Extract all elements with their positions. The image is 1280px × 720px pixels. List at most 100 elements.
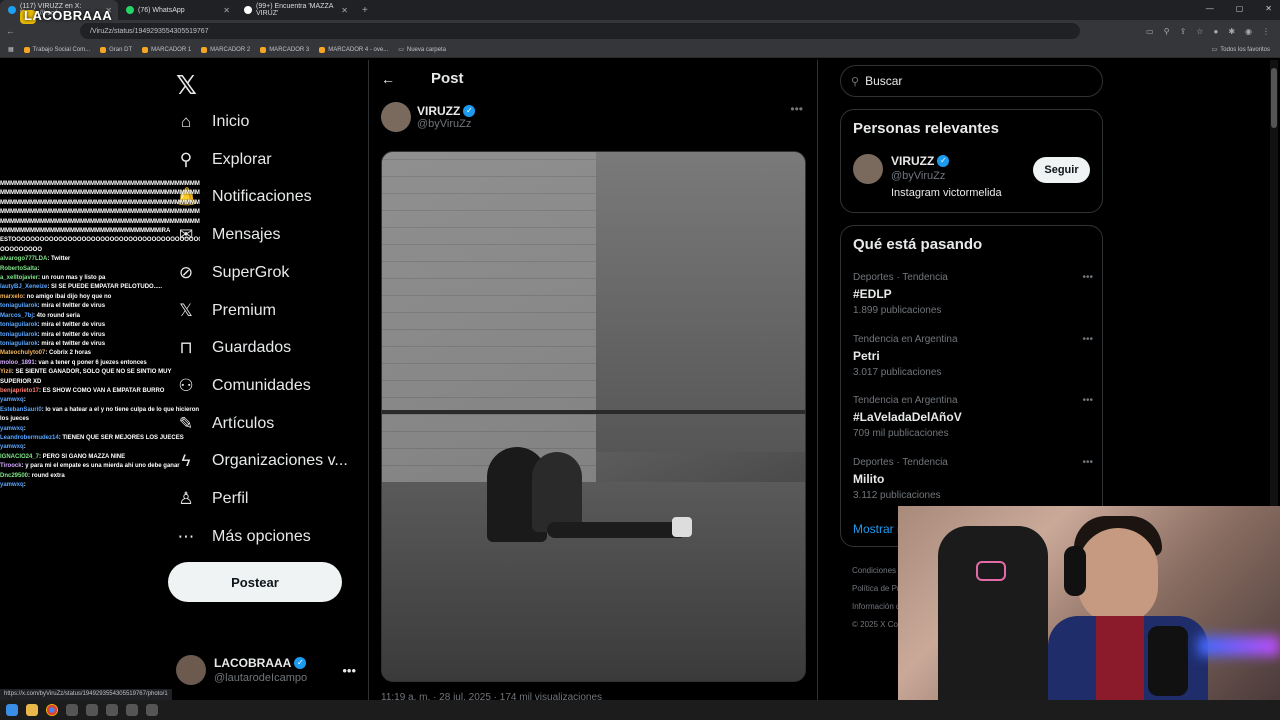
chat-message: EstebanSauri0: lo van a hatear a el y no… <box>0 406 200 425</box>
post-image[interactable] <box>381 151 806 682</box>
avatar[interactable] <box>381 102 411 132</box>
stream-logo: LACOBRAAA <box>24 8 113 23</box>
browser-tab-whatsapp[interactable]: (76) WhatsApp ✕ <box>118 0 236 20</box>
image-wall-left <box>382 152 596 482</box>
app-icon[interactable] <box>66 704 78 716</box>
cast-icon[interactable]: ▭ <box>1146 27 1154 36</box>
windows-start-icon[interactable] <box>6 704 18 716</box>
chat-text: : SI SE PUEDE EMPATAR PELOTUDO..... <box>47 284 163 291</box>
trend-item[interactable]: Tendencia en Argentina Petri 3.017 publica… <box>853 334 1093 378</box>
search-box[interactable]: ⚲ <box>840 65 1103 97</box>
trend-count: 1.899 publicaciones <box>853 305 942 316</box>
tab-label: (76) WhatsApp <box>138 6 185 14</box>
close-window-icon[interactable]: ✕ <box>1265 4 1272 13</box>
close-tab-icon[interactable]: ✕ <box>223 6 230 15</box>
search-input[interactable] <box>865 74 1076 88</box>
nav-item-label: Guardados <box>212 339 292 357</box>
chat-username: toniaguilarok <box>0 322 38 329</box>
nav-item-organizaciones-v[interactable]: ϟ Organizaciones v... <box>176 451 348 471</box>
trend-meta: Tendencia en Argentina <box>853 333 958 345</box>
app-icon[interactable] <box>146 704 158 716</box>
window-controls: — ▢ ✕ <box>1206 4 1272 13</box>
trend-more-icon[interactable]: ••• <box>1082 272 1093 283</box>
back-icon[interactable]: ← <box>6 26 15 36</box>
chat-username: Dnc29500 <box>0 472 29 479</box>
account-name: LACOBRAAA <box>214 656 292 670</box>
chat-username: toniaguilarok <box>0 303 38 310</box>
nav-item-explorar[interactable]: ⚲ Explorar <box>176 150 272 170</box>
post-author[interactable]: VIRUZZ ✓ @byViruZz <box>381 102 476 132</box>
more-icon[interactable]: ••• <box>342 663 356 678</box>
search-icon: ⚲ <box>851 75 860 88</box>
bookmark-folder[interactable]: ▭ Nueva carpeta <box>398 46 446 54</box>
extension-icon[interactable]: ● <box>1213 27 1218 36</box>
all-bookmarks[interactable]: ▭ Todos los favoritos <box>1212 46 1280 54</box>
person-name[interactable]: VIRUZZ <box>891 154 934 168</box>
back-arrow-icon[interactable]: ← <box>381 71 395 87</box>
trend-item[interactable]: Deportes · Tendencia #EDLP 1.899 publicaci… <box>853 272 1093 316</box>
author-handle[interactable]: @byViruZz <box>417 118 475 130</box>
trend-more-icon[interactable]: ••• <box>1082 395 1093 406</box>
bookmark-item[interactable]: MARCADOR 4 - ove... <box>319 46 388 53</box>
trend-more-icon[interactable]: ••• <box>1082 457 1093 468</box>
chat-username: Tiroock <box>0 463 22 470</box>
url-field[interactable]: /ViruZz/status/1949293554305519767 <box>80 23 1080 39</box>
chat-username: marxelo <box>0 293 24 300</box>
chat-text: : round extra <box>28 472 65 479</box>
chat-message: Yizil: SE SIENTE GANADOR, SOLO QUE NO SE… <box>0 368 200 387</box>
post-button[interactable]: Postear <box>168 562 342 602</box>
share-icon[interactable]: ⇪ <box>1180 27 1187 36</box>
author-name[interactable]: VIRUZZ <box>417 104 460 118</box>
bookmark-item[interactable]: MARCADOR 3 <box>260 46 309 53</box>
post-more-icon[interactable]: ••• <box>790 102 803 116</box>
webcam-overlay <box>898 506 1280 700</box>
star-icon[interactable]: ☆ <box>1196 27 1203 36</box>
chat-username: moloo_1891 <box>0 359 35 366</box>
avatar[interactable] <box>853 154 883 184</box>
x-logo-icon[interactable]: 𝕏 <box>176 70 197 101</box>
page-title: Post <box>431 70 464 87</box>
trend-more-icon[interactable]: ••• <box>1082 334 1093 345</box>
verified-icon: ✓ <box>937 155 950 167</box>
apps-icon[interactable]: ▦ <box>8 46 14 53</box>
scrollbar-thumb[interactable] <box>1271 68 1277 128</box>
chat-text: MMMMMMMMMMMMMMMMMMMMMMMMMMMMMMMMMMMMMMMM <box>0 209 200 216</box>
follow-button[interactable]: Seguir <box>1033 157 1090 183</box>
menu-icon[interactable]: ⋮ <box>1262 27 1270 36</box>
chat-message: Tiroock: y para mi el empate es una mier… <box>0 462 200 471</box>
app-icon[interactable] <box>126 704 138 716</box>
zoom-icon[interactable]: ⚲ <box>1164 27 1170 36</box>
account-switcher[interactable]: LACOBRAAA ✓ @lautarodeIcampo ••• <box>176 650 356 690</box>
profile-avatar-icon[interactable]: ◉ <box>1245 27 1252 36</box>
chat-text: ESTOOOOOOOOOOOOOOOOOOOOOOOOOOOOOOOOOOOOO… <box>0 237 200 244</box>
chat-message: Mateochulyto07: Cobrix 2 horas <box>0 349 200 358</box>
home-icon: ⌂ <box>180 112 192 131</box>
app-icon[interactable] <box>106 704 118 716</box>
trend-meta: Tendencia en Argentina <box>853 395 958 406</box>
nav-item-inicio[interactable]: ⌂ Inicio <box>176 112 250 132</box>
bookmark-item[interactable]: Trabajo Social Com... <box>23 46 90 53</box>
trend-name: #EDLP <box>853 287 892 301</box>
new-tab-icon[interactable]: + <box>354 5 376 16</box>
trend-item[interactable]: Deportes · Tendencia Milito 3.112 publicac… <box>853 457 1093 501</box>
chat-text: : un roun mas y listo pa <box>38 275 106 282</box>
close-tab-icon[interactable]: ✕ <box>341 6 348 15</box>
bookmark-item[interactable]: Gran DT <box>100 46 132 53</box>
bookmark-item[interactable]: MARCADOR 2 <box>201 46 250 53</box>
chrome-icon[interactable] <box>46 704 58 716</box>
browser-tab-tiktok[interactable]: (99+) Encuentra 'MAZZA VIRUZ' ✕ <box>236 0 354 20</box>
trend-item[interactable]: Tendencia en Argentina #LaVeladaDelAñoV 70… <box>853 395 1093 439</box>
bookmark-item[interactable]: MARCADOR 1 <box>142 46 191 53</box>
file-explorer-icon[interactable] <box>26 704 38 716</box>
image-people <box>487 437 692 557</box>
nav-item-label: Perfil <box>212 490 249 507</box>
nav-item-label: Más opciones <box>212 527 311 545</box>
main-column: ← Post VIRUZZ ✓ @byViruZz ••• 11:19 a. m.… <box>368 60 818 703</box>
chat-text: : mira el twitter de virus <box>37 340 106 347</box>
maximize-icon[interactable]: ▢ <box>1236 4 1244 13</box>
chat-text: : mira el twitter de virus <box>37 331 106 338</box>
account-handle: @lautarodeIcampo <box>214 672 308 684</box>
minimize-icon[interactable]: — <box>1206 4 1214 13</box>
puzzle-icon[interactable]: ✱ <box>1228 27 1235 36</box>
app-icon[interactable] <box>86 704 98 716</box>
